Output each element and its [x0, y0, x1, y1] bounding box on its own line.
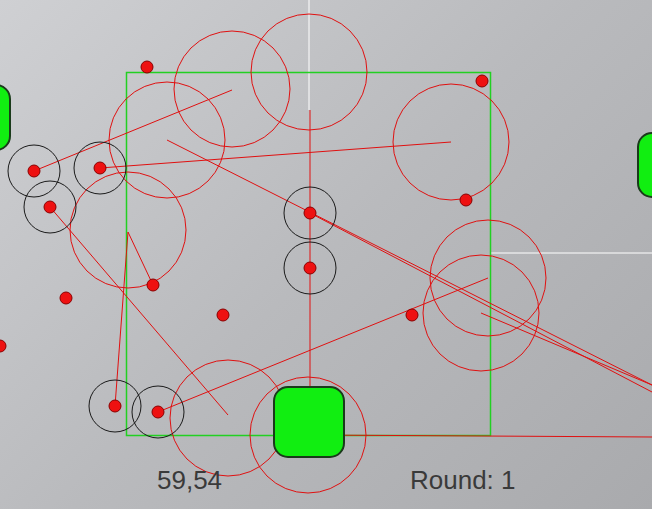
agent[interactable] [406, 309, 418, 321]
agent-dot [406, 309, 418, 321]
agent-dot [304, 262, 316, 274]
agent-dot [94, 162, 106, 174]
selection-ring [24, 181, 76, 233]
direction-line [128, 232, 153, 285]
goal-block [0, 85, 10, 150]
direction-line [167, 140, 652, 385]
agent-dot [304, 207, 316, 219]
selection-ring [284, 187, 336, 239]
game-scene: 59,54 Round: 1 [0, 0, 652, 509]
agent-dot [217, 309, 229, 321]
agent[interactable] [476, 75, 488, 87]
range-circle [70, 172, 186, 288]
agent[interactable] [8, 145, 60, 197]
selection-ring [74, 142, 126, 194]
selection-ring [284, 242, 336, 294]
range-circle [170, 360, 286, 476]
score-text: 59,54 [157, 465, 222, 495]
range-circle [174, 31, 290, 147]
direction-line [481, 313, 652, 385]
selection-ring [132, 386, 184, 438]
agent[interactable] [460, 194, 472, 206]
agent-dot [141, 61, 153, 73]
goal-block [274, 387, 344, 457]
agent[interactable] [284, 187, 336, 239]
agent-dot [109, 400, 121, 412]
round-text: Round: 1 [410, 465, 516, 495]
agent-dot [60, 292, 72, 304]
agent[interactable] [24, 181, 76, 233]
direction-line [34, 90, 232, 171]
direction-line [310, 213, 652, 392]
agent[interactable] [147, 279, 159, 291]
agent-dot [476, 75, 488, 87]
agent-dot [460, 194, 472, 206]
agent-dot [152, 406, 164, 418]
range-circle [251, 14, 367, 130]
axis-line [490, 253, 652, 254]
direction-line [310, 435, 652, 437]
agent[interactable] [132, 386, 184, 438]
agent-dot [147, 279, 159, 291]
agent[interactable] [141, 61, 153, 73]
agent-dot [44, 201, 56, 213]
goal-block [638, 133, 652, 197]
direction-line [100, 142, 451, 168]
agent[interactable] [60, 292, 72, 304]
agent-dot [0, 340, 6, 352]
direction-line [50, 207, 228, 415]
agent[interactable] [74, 142, 126, 194]
selection-ring [8, 145, 60, 197]
agent[interactable] [217, 309, 229, 321]
agent[interactable] [0, 340, 6, 352]
agent-dot [28, 165, 40, 177]
agent[interactable] [284, 242, 336, 294]
axis-line [309, 0, 310, 110]
